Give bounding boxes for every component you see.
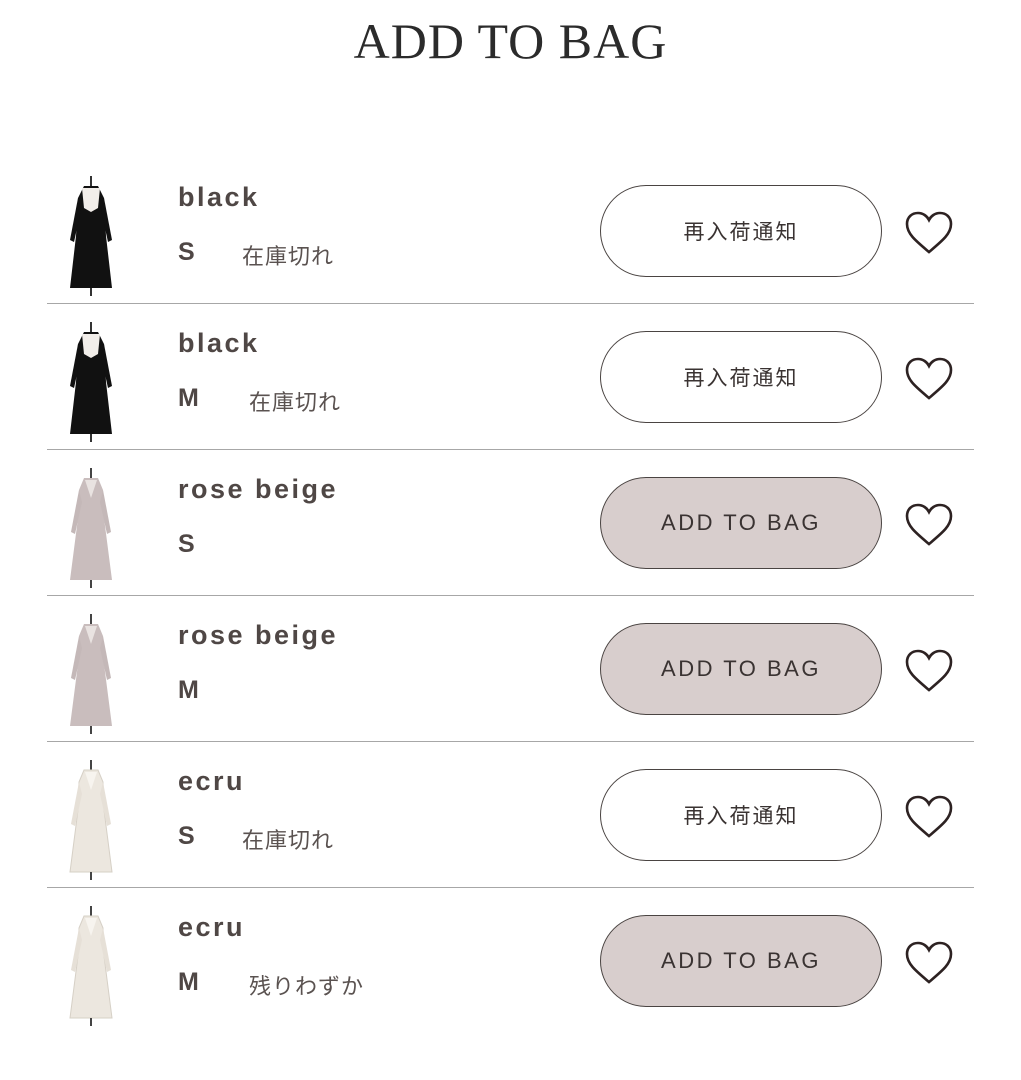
color-name: ecru bbox=[178, 912, 246, 942]
heart-icon[interactable] bbox=[904, 794, 954, 840]
page-title: ADD TO BAG bbox=[353, 13, 668, 69]
variant-row-black-m: black M 在庫切れ 再入荷通知 bbox=[47, 304, 974, 450]
variant-row-ecru-m: ecru M 残りわずか ADD TO BAG bbox=[47, 888, 974, 1033]
stock-status: 在庫切れ bbox=[249, 391, 342, 416]
heart-icon[interactable] bbox=[904, 648, 954, 694]
restock-notify-button[interactable]: 再入荷通知 bbox=[600, 769, 882, 861]
color-name: rose beige bbox=[178, 474, 339, 504]
restock-notify-button[interactable]: 再入荷通知 bbox=[600, 185, 882, 277]
black-dress-image bbox=[70, 176, 112, 296]
heart-icon[interactable] bbox=[904, 356, 954, 402]
stock-status: 在庫切れ bbox=[242, 245, 335, 270]
rose-beige-dress-image bbox=[70, 468, 112, 588]
size-label: S bbox=[178, 530, 195, 558]
stock-status: 残りわずか bbox=[249, 975, 365, 1000]
variant-row-rose-beige-m: rose beige M ADD TO BAG bbox=[47, 596, 974, 742]
size-label: S bbox=[178, 822, 195, 850]
variant-list: black S 在庫切れ 再入荷通知 black M 在庫切れ 再入荷通知 ro… bbox=[47, 158, 974, 1033]
size-label: M bbox=[178, 968, 199, 996]
heart-icon[interactable] bbox=[904, 940, 954, 986]
add-to-bag-button[interactable]: ADD TO BAG bbox=[600, 477, 882, 569]
size-label: S bbox=[178, 238, 195, 266]
size-label: M bbox=[178, 676, 199, 704]
variant-row-ecru-s: ecru S 在庫切れ 再入荷通知 bbox=[47, 742, 974, 888]
black-dress-image bbox=[70, 322, 112, 442]
ecru-dress-image bbox=[69, 760, 113, 880]
color-name: ecru bbox=[178, 766, 246, 796]
heart-icon[interactable] bbox=[904, 210, 954, 256]
color-name: black bbox=[178, 182, 260, 212]
restock-notify-button[interactable]: 再入荷通知 bbox=[600, 331, 882, 423]
variant-row-black-s: black S 在庫切れ 再入荷通知 bbox=[47, 158, 974, 304]
heart-icon[interactable] bbox=[904, 502, 954, 548]
color-name: rose beige bbox=[178, 620, 339, 650]
stock-status: 在庫切れ bbox=[242, 829, 335, 854]
ecru-dress-image bbox=[69, 906, 113, 1026]
rose-beige-dress-image bbox=[70, 614, 112, 734]
size-label: M bbox=[178, 384, 199, 412]
add-to-bag-button[interactable]: ADD TO BAG bbox=[600, 915, 882, 1007]
variant-row-rose-beige-s: rose beige S ADD TO BAG bbox=[47, 450, 974, 596]
add-to-bag-button[interactable]: ADD TO BAG bbox=[600, 623, 882, 715]
color-name: black bbox=[178, 328, 260, 358]
